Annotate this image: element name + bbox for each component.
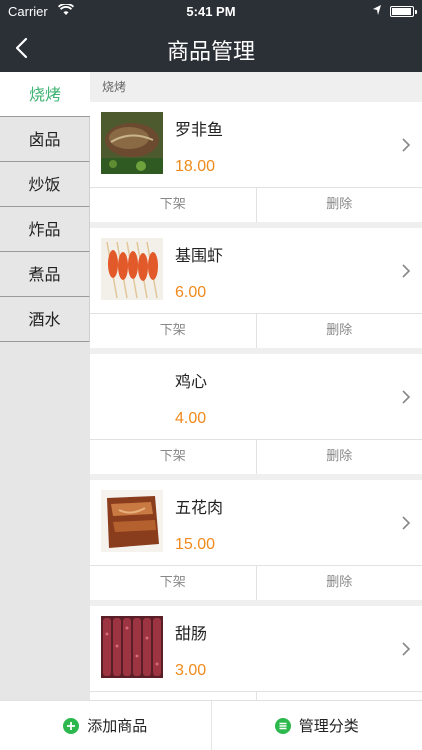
location-arrow-icon — [372, 4, 382, 20]
product-actions: 下架 删除 — [90, 440, 422, 474]
add-product-button[interactable]: 添加商品 — [0, 701, 211, 750]
delete-button[interactable]: 删除 — [255, 692, 422, 700]
product-name: 五花肉 — [175, 498, 224, 517]
product-row[interactable]: 鸡心 4.00 — [90, 354, 422, 440]
sidebar-item-zhapin[interactable]: 炸品 — [0, 207, 90, 252]
nav-bar: 商品管理 — [0, 24, 422, 72]
sidebar-item-jiushui[interactable]: 酒水 — [0, 297, 90, 342]
manage-categories-button[interactable]: 管理分类 — [210, 701, 422, 750]
product-actions: 下架 删除 — [90, 188, 422, 222]
product-actions: 下架 删除 — [90, 692, 422, 700]
clock: 5:41 PM — [186, 4, 236, 19]
product-name: 甜肠 — [175, 624, 208, 643]
take-down-button[interactable]: 下架 — [90, 314, 256, 348]
product-price: 15.00 — [175, 536, 216, 553]
delete-button[interactable]: 删除 — [255, 188, 422, 222]
delete-button[interactable]: 删除 — [255, 566, 422, 600]
list-circle-icon — [274, 717, 291, 734]
chevron-right-icon — [402, 516, 411, 530]
section-header: 烧烤 — [90, 72, 422, 102]
bottom-action-bar: 添加商品 管理分类 — [0, 700, 422, 750]
sidebar-item-shaokao[interactable]: 烧烤 — [0, 72, 90, 117]
product-card: 甜肠 3.00 下架 删除 — [90, 606, 422, 700]
top-bar: Carrier 5:41 PM 商品管理 — [0, 0, 422, 72]
product-list: 烧烤 罗非鱼 18.00 下架 删除 基围虾 6.00 下架 删除 鸡心 4.0… — [90, 72, 422, 700]
product-card: 鸡心 4.00 下架 删除 — [90, 354, 422, 474]
manage-categories-label: 管理分类 — [298, 717, 359, 735]
product-row[interactable]: 甜肠 3.00 — [90, 606, 422, 692]
product-card: 罗非鱼 18.00 下架 删除 — [90, 102, 422, 222]
product-price: 6.00 — [175, 284, 207, 301]
take-down-button[interactable]: 下架 — [90, 440, 256, 474]
take-down-button[interactable]: 下架 — [90, 188, 256, 222]
chevron-right-icon — [402, 642, 411, 656]
product-name: 鸡心 — [175, 372, 208, 391]
product-row[interactable]: 基围虾 6.00 — [90, 228, 422, 314]
sidebar-item-chaofan[interactable]: 炒饭 — [0, 162, 90, 207]
delete-button[interactable]: 删除 — [255, 314, 422, 348]
product-row[interactable]: 罗非鱼 18.00 — [90, 102, 422, 188]
shrimp-skewers-image — [101, 238, 163, 300]
sausage-image — [101, 616, 163, 678]
chevron-right-icon — [402, 264, 411, 278]
product-price: 4.00 — [175, 410, 207, 427]
category-sidebar: 烧烤 卤品 炒饭 炸品 煮品 酒水 — [0, 72, 90, 700]
status-bar: Carrier 5:41 PM — [0, 0, 422, 24]
product-price: 3.00 — [175, 662, 207, 679]
delete-button[interactable]: 删除 — [255, 440, 422, 474]
take-down-button[interactable]: 下架 — [90, 692, 256, 700]
product-price: 18.00 — [175, 158, 216, 175]
sidebar-item-lupin[interactable]: 卤品 — [0, 117, 90, 162]
chevron-right-icon — [402, 138, 411, 152]
add-product-label: 添加商品 — [87, 717, 148, 735]
product-card: 基围虾 6.00 下架 删除 — [90, 228, 422, 348]
battery-icon — [390, 6, 417, 17]
product-card: 五花肉 15.00 下架 删除 — [90, 480, 422, 600]
pork-belly-image — [101, 490, 163, 552]
grilled-fish-image — [101, 112, 163, 174]
product-actions: 下架 删除 — [90, 314, 422, 348]
page-title: 商品管理 — [166, 40, 255, 65]
take-down-button[interactable]: 下架 — [90, 566, 256, 600]
sidebar-item-zhupin[interactable]: 煮品 — [0, 252, 90, 297]
product-row[interactable]: 五花肉 15.00 — [90, 480, 422, 566]
plus-circle-icon — [63, 717, 80, 734]
product-name: 基围虾 — [175, 246, 224, 265]
product-actions: 下架 删除 — [90, 566, 422, 600]
product-name: 罗非鱼 — [175, 120, 224, 139]
chevron-right-icon — [402, 390, 411, 404]
